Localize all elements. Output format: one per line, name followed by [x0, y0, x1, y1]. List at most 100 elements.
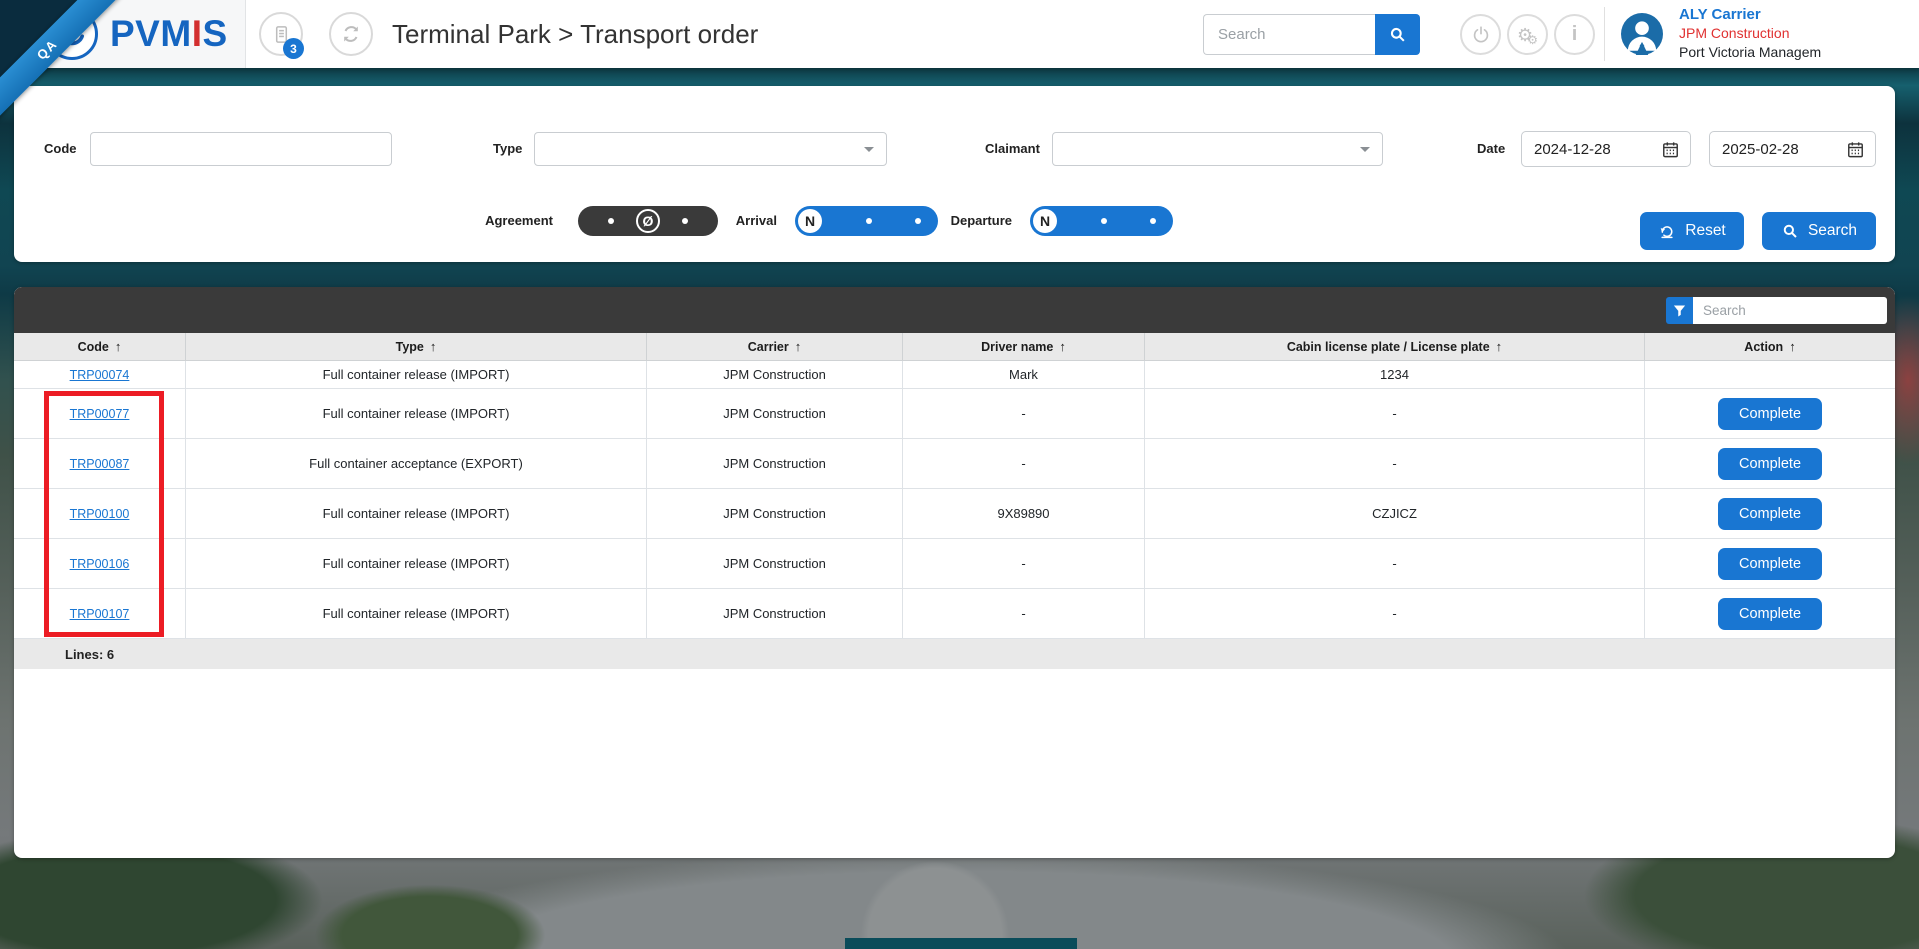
complete-button[interactable]: Complete — [1718, 448, 1822, 480]
column-header-plate[interactable]: Cabin license plate / License plate ↑ — [1145, 333, 1645, 360]
claimant-label: Claimant — [985, 132, 1040, 166]
chevron-down-icon — [1360, 147, 1370, 152]
transport-order-link[interactable]: TRP00087 — [70, 457, 130, 471]
header-divider — [1604, 7, 1605, 61]
search-button-label: Search — [1808, 222, 1857, 240]
arrival-toggle-knob: N — [798, 209, 822, 233]
cell-action — [1645, 361, 1895, 388]
settings-button[interactable]: ⚙⚙ — [1507, 14, 1548, 55]
reset-button[interactable]: Reset — [1640, 212, 1744, 250]
user-avatar[interactable] — [1621, 13, 1663, 55]
complete-button[interactable]: Complete — [1718, 398, 1822, 430]
cell-action: Complete — [1645, 439, 1895, 488]
cell-code: TRP00106 — [14, 539, 186, 588]
complete-button[interactable]: Complete — [1718, 498, 1822, 530]
calendar-icon — [1661, 140, 1680, 159]
sort-asc-icon: ↑ — [1496, 339, 1503, 354]
global-search — [1203, 14, 1420, 55]
column-header-carrier[interactable]: Carrier ↑ — [647, 333, 903, 360]
anchor-crane-icon — [54, 16, 90, 52]
global-search-input[interactable] — [1203, 14, 1375, 55]
transport-order-link[interactable]: TRP00106 — [70, 557, 130, 571]
sort-asc-icon: ↑ — [430, 339, 437, 354]
filter-panel: Code Type Claimant Date 2024-12-28 2025-… — [14, 86, 1895, 262]
type-select[interactable] — [534, 132, 887, 166]
column-header-driver[interactable]: Driver name↑ — [903, 333, 1145, 360]
agreement-toggle[interactable]: Ø — [578, 206, 718, 236]
column-label: Carrier — [748, 340, 789, 354]
transport-order-link[interactable]: TRP00074 — [70, 368, 130, 382]
complete-button[interactable]: Complete — [1718, 548, 1822, 580]
cell-plate: - — [1145, 389, 1645, 438]
cell-code: TRP00077 — [14, 389, 186, 438]
toggle-dot — [682, 218, 688, 224]
code-label: Code — [44, 132, 77, 166]
departure-toggle[interactable]: N — [1030, 206, 1173, 236]
toggle-dot — [915, 218, 921, 224]
cell-action: Complete — [1645, 489, 1895, 538]
info-button[interactable]: i — [1554, 14, 1595, 55]
lines-count: Lines: 6 — [65, 647, 114, 662]
filter-search-button[interactable]: Search — [1762, 212, 1876, 250]
table-header-row: Code↑ Type↑ Carrier ↑ Driver name↑ Cabin … — [14, 333, 1895, 361]
search-icon — [1388, 25, 1407, 44]
complete-button[interactable]: Complete — [1718, 598, 1822, 630]
transport-orders-panel: Code↑ Type↑ Carrier ↑ Driver name↑ Cabin … — [14, 287, 1895, 858]
arrival-label: Arrival — [719, 206, 777, 236]
arrival-toggle[interactable]: N — [795, 206, 938, 236]
table-footer: Lines: 6 — [14, 639, 1895, 669]
cell-code: TRP00074 — [14, 361, 186, 388]
column-header-action[interactable]: Action↑ — [1645, 333, 1895, 360]
brand-part-blue: PVM — [110, 13, 192, 54]
code-input[interactable] — [90, 132, 392, 166]
transport-order-link[interactable]: TRP00107 — [70, 607, 130, 621]
date-label: Date — [1477, 132, 1505, 166]
global-search-button[interactable] — [1375, 14, 1420, 55]
column-header-code[interactable]: Code↑ — [14, 333, 186, 360]
cell-carrier: JPM Construction — [647, 389, 903, 438]
sort-asc-icon: ↑ — [795, 339, 802, 354]
toggle-dot — [608, 218, 614, 224]
date-from-value: 2024-12-28 — [1534, 141, 1611, 158]
logout-button[interactable] — [1460, 14, 1501, 55]
cell-code: TRP00107 — [14, 589, 186, 638]
cell-carrier: JPM Construction — [647, 439, 903, 488]
documents-button[interactable]: 3 — [259, 12, 303, 56]
departure-label: Departure — [934, 206, 1012, 236]
column-label: Action — [1744, 340, 1783, 354]
transport-order-link[interactable]: TRP00100 — [70, 507, 130, 521]
user-organization: Port Victoria Managem — [1679, 43, 1919, 62]
user-info[interactable]: ALY Carrier JPM Construction Port Victor… — [1679, 5, 1919, 62]
sort-asc-icon: ↑ — [1059, 339, 1066, 354]
app-header: PVMIS 3 Terminal Park > Transport order … — [0, 0, 1919, 68]
table-row: TRP00077Full container release (IMPORT)J… — [14, 389, 1895, 439]
column-header-type[interactable]: Type↑ — [186, 333, 647, 360]
cell-driver: - — [903, 589, 1145, 638]
claimant-select[interactable] — [1052, 132, 1383, 166]
page-title: Terminal Park > Transport order — [392, 0, 758, 68]
brand-name: PVMIS — [110, 13, 228, 55]
table-search-input[interactable] — [1693, 297, 1887, 324]
table-toolbar — [14, 287, 1895, 333]
table-row: TRP00106Full container release (IMPORT)J… — [14, 539, 1895, 589]
user-company: JPM Construction — [1679, 24, 1919, 43]
cell-action: Complete — [1645, 389, 1895, 438]
table-filter-button[interactable] — [1666, 297, 1693, 324]
cell-carrier: JPM Construction — [647, 361, 903, 388]
cell-plate: 1234 — [1145, 361, 1645, 388]
table-body: TRP00074Full container release (IMPORT)J… — [14, 361, 1895, 639]
sort-asc-icon: ↑ — [115, 339, 122, 354]
brand-part-red: I — [192, 13, 203, 54]
cell-plate: - — [1145, 589, 1645, 638]
refresh-button[interactable] — [329, 12, 373, 56]
cell-type: Full container acceptance (EXPORT) — [186, 439, 647, 488]
toggle-dot — [1150, 218, 1156, 224]
pvmis-logo-icon — [46, 8, 98, 60]
column-label: Cabin license plate / License plate — [1287, 340, 1490, 354]
transport-order-link[interactable]: TRP00077 — [70, 407, 130, 421]
agreement-label: Agreement — [469, 206, 553, 236]
date-to-input[interactable]: 2025-02-28 — [1709, 131, 1876, 167]
date-to-value: 2025-02-28 — [1722, 141, 1799, 158]
date-from-input[interactable]: 2024-12-28 — [1521, 131, 1691, 167]
table-row: TRP00074Full container release (IMPORT)J… — [14, 361, 1895, 389]
